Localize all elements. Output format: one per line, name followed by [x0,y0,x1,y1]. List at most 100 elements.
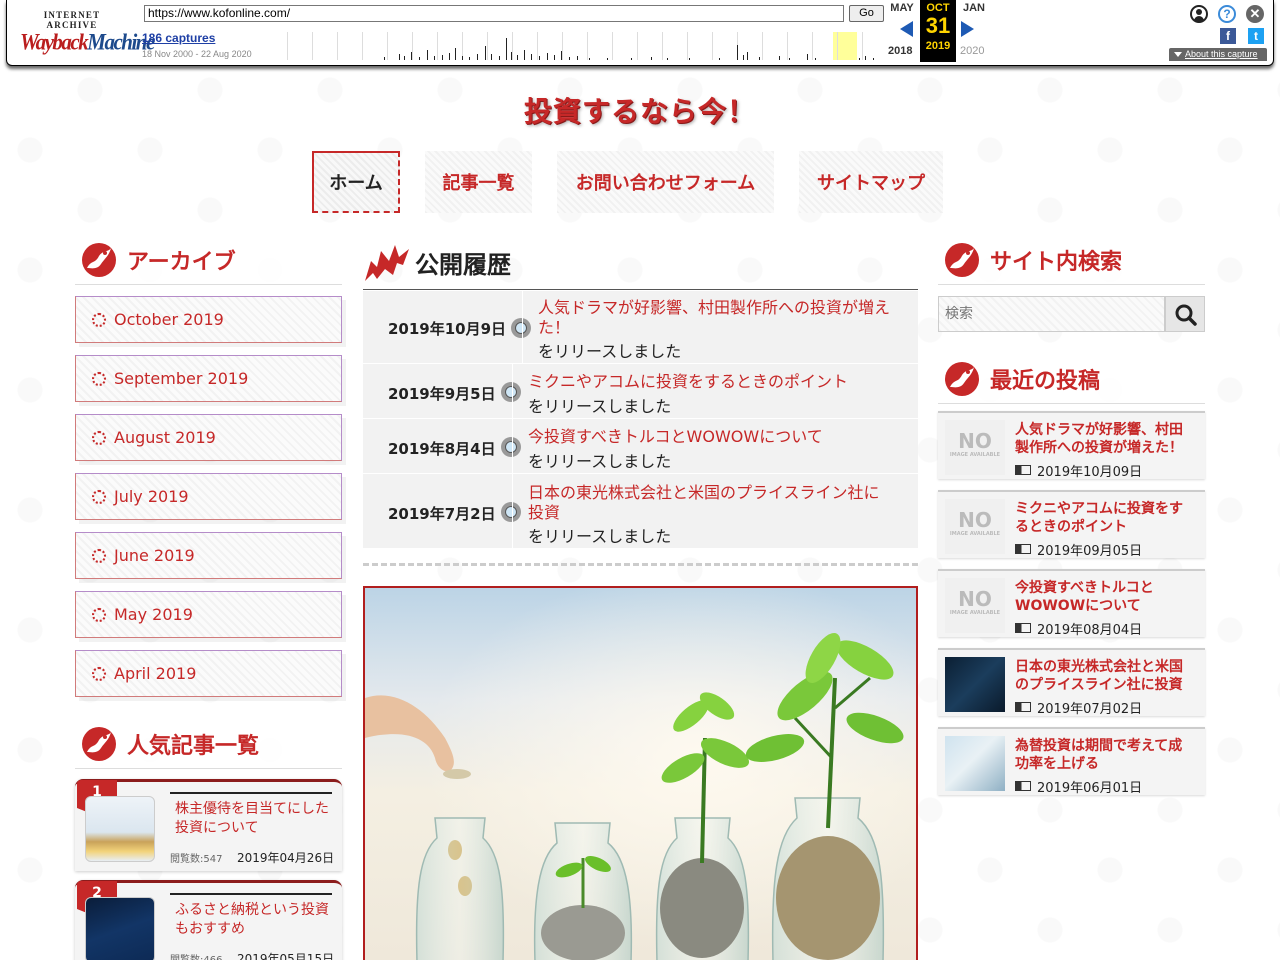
sparkline-bar [651,57,652,60]
recent-post-date: 2019年08月04日 [1015,619,1142,638]
sparkline-bar [434,56,435,60]
archive-item[interactable]: May 2019 [75,591,342,638]
no-image-placeholder[interactable]: NO IMAGE AVAILABLE [945,578,1005,633]
no-image-placeholder[interactable]: NO IMAGE AVAILABLE [945,499,1005,554]
sparkline-year-divider [662,32,663,60]
user-account-icon[interactable] [1190,5,1208,23]
dragon-icon [945,361,979,396]
recent-post[interactable]: 為替投資は期間で考えて成功率を上げる 2019年06月01日 [938,727,1205,796]
close-icon[interactable]: ✕ [1246,5,1264,23]
no-image-text: NO [958,429,992,453]
recent-post-title[interactable]: 日本の東光株式会社と米国のプライスライン社に投資 [1015,658,1195,694]
release-icon [501,437,521,457]
wayback-logo[interactable]: INTERNET ARCHIVE WaybackMachine [20,10,155,55]
wayback-url-input[interactable]: https://www.kofonline.com/ [144,5,844,22]
search-heading-text: サイト内検索 [990,249,1123,275]
popular-heading: 人気記事一覧 [75,719,342,769]
sparkline-bar [561,51,562,60]
sparkline-bar [737,45,738,60]
sparkline-year-divider [512,32,513,60]
recent-post[interactable]: NO IMAGE AVAILABLE 人気ドラマが好影響、村田製作所への投資が増えた… [938,411,1205,480]
wayback-sparkline[interactable] [259,32,884,60]
sparkline-bar [506,38,507,60]
wayback-go-button[interactable]: Go [849,5,884,22]
popular-item[interactable]: 1 株主優待を目当てにした投資について 閲覧数:547 2019年04月26日 [75,779,342,871]
popular-item-title[interactable]: ふるさと納税という投資もおすすめ [175,901,330,939]
nav-articles[interactable]: 記事一覧 [425,151,532,213]
sparkline-year-divider [762,32,763,60]
nav-sitemap[interactable]: サイトマップ [799,151,943,213]
dragon-icon [945,242,979,277]
popular-item[interactable]: 2 ふるさと納税という投資もおすすめ 閲覧数:466 2019年05月15日 [75,880,342,960]
archive-item[interactable]: October 2019 [75,296,342,343]
popular-item-title[interactable]: 株主優待を目当てにした投資について [175,800,330,838]
prev-month[interactable]: MAY [889,2,915,14]
archive-item[interactable]: August 2019 [75,414,342,461]
recent-post-date: 2019年06月01日 [1015,777,1142,796]
recent-thumb-laptop-image[interactable] [945,736,1005,791]
next-capture-arrow-icon[interactable] [961,21,974,37]
recent-heading-text: 最近の投稿 [990,368,1101,394]
recent-post[interactable]: 日本の東光株式会社と米国のプライスライン社に投資 2019年07月02日 [938,648,1205,717]
sparkline-year-divider [487,32,488,60]
publish-row: 2019年9月5日 ミクニやアコムに投資をするときのポイント をリリースしました [363,364,918,419]
nav-contact[interactable]: お問い合わせフォーム [557,151,774,213]
recent-post[interactable]: NO IMAGE AVAILABLE ミクニやアコムに投資をするときのポイント 201… [938,490,1205,559]
sparkline-year-divider [287,32,288,60]
popular-thumb-chart-image[interactable] [85,897,155,960]
facebook-icon[interactable]: f [1220,28,1236,44]
next-year[interactable]: 2020 [960,45,984,57]
sparkline-bar [719,58,720,60]
archive-item[interactable]: April 2019 [75,650,342,697]
hero-image[interactable] [363,586,918,960]
publish-link[interactable]: 日本の東光株式会社と米国のプライスライン社に投資 [528,483,893,523]
about-capture-link[interactable]: About this capture [1169,48,1267,61]
archive-item[interactable]: July 2019 [75,473,342,520]
no-image-text: NO [958,587,992,611]
search-input[interactable] [938,296,1165,332]
publish-heading: 公開履歴 [363,235,918,290]
site-title[interactable]: 投資するなら今！ [515,90,765,130]
recent-heading: 最近の投稿 [938,354,1205,404]
sparkline-year-divider [837,32,838,60]
sparkline-bar [747,52,748,60]
recent-post-title[interactable]: 人気ドラマが好影響、村田製作所への投資が増えた！ [1015,421,1195,457]
archive-heading: アーカイブ [75,235,342,285]
recent-post[interactable]: NO IMAGE AVAILABLE 今投資すべきトルコとWOWOWについて 2019… [938,569,1205,638]
prev-capture-arrow-icon[interactable] [900,21,913,37]
sparkline-bar [631,58,632,60]
wayback-captures-link[interactable]: 186 captures [142,31,215,45]
search-icon [1175,304,1197,326]
popular-item-views: 閲覧数:547 [170,854,223,865]
no-image-placeholder[interactable]: NO IMAGE AVAILABLE [945,420,1005,475]
sparkline-bar [485,46,486,60]
archive-item-label: August 2019 [114,428,216,447]
recent-post-title[interactable]: ミクニやアコムに投資をするときのポイント [1015,500,1195,536]
spinner-icon [92,371,106,386]
recent-post-title[interactable]: 為替投資は期間で考えて成功率を上げる [1015,737,1195,773]
recent-thumb-business-image[interactable] [945,657,1005,712]
archive-item[interactable]: September 2019 [75,355,342,402]
publish-link[interactable]: ミクニやアコムに投資をするときのポイント [528,372,893,392]
recent-post-title[interactable]: 今投資すべきトルコとWOWOWについて [1015,579,1195,615]
spinner-icon [92,312,106,327]
next-month[interactable]: JAN [961,2,987,14]
recent-post-date: 2019年10月09日 [1015,461,1142,480]
prev-year[interactable]: 2018 [888,45,912,57]
sparkline-year-divider [712,32,713,60]
twitter-icon[interactable]: t [1248,28,1264,44]
search-button[interactable] [1165,296,1205,332]
publish-date: 2019年7月2日 [388,505,496,523]
sparkline-bar [399,54,400,60]
publish-link[interactable]: 今投資すべきトルコとWOWOWについて [528,427,893,447]
popular-thumb-coins-image[interactable] [85,796,155,862]
publish-link[interactable]: 人気ドラマが好影響、村田製作所への投資が増えた！ [538,298,893,338]
spinner-icon [92,430,106,445]
archive-item[interactable]: June 2019 [75,532,342,579]
nav-home[interactable]: ホーム [312,151,400,213]
sparkline-bar [442,55,443,60]
help-icon[interactable]: ? [1218,5,1236,23]
sparkline-bar [517,55,518,60]
publish-released-text: をリリースしました [538,342,682,361]
no-image-subtext: IMAGE AVAILABLE [949,610,1001,616]
